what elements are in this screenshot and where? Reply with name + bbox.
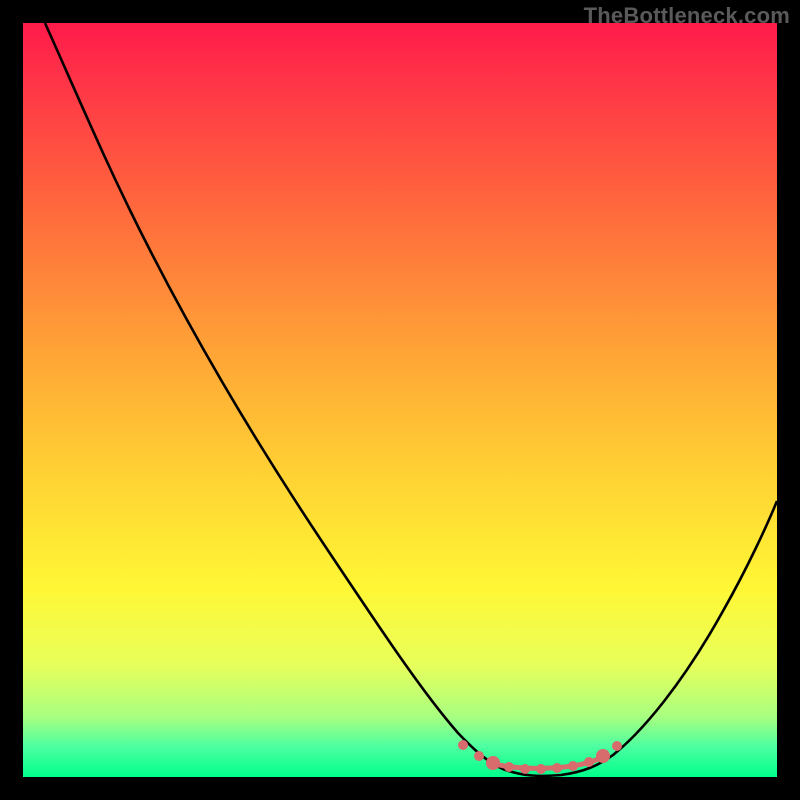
watermark-text: TheBottleneck.com (584, 3, 790, 29)
data-dot (552, 763, 562, 773)
data-dot (474, 751, 484, 761)
dot-group (458, 740, 622, 774)
data-dot (486, 756, 500, 770)
main-curve (45, 23, 777, 776)
chart-plot-area (23, 23, 777, 777)
data-dot (504, 762, 514, 772)
data-dot (536, 764, 546, 774)
chart-svg (23, 23, 777, 777)
data-dot (568, 761, 578, 771)
data-dot (596, 749, 610, 763)
data-dot (520, 764, 530, 774)
data-dot (584, 757, 594, 767)
data-dot (458, 740, 468, 750)
data-dot (612, 741, 622, 751)
